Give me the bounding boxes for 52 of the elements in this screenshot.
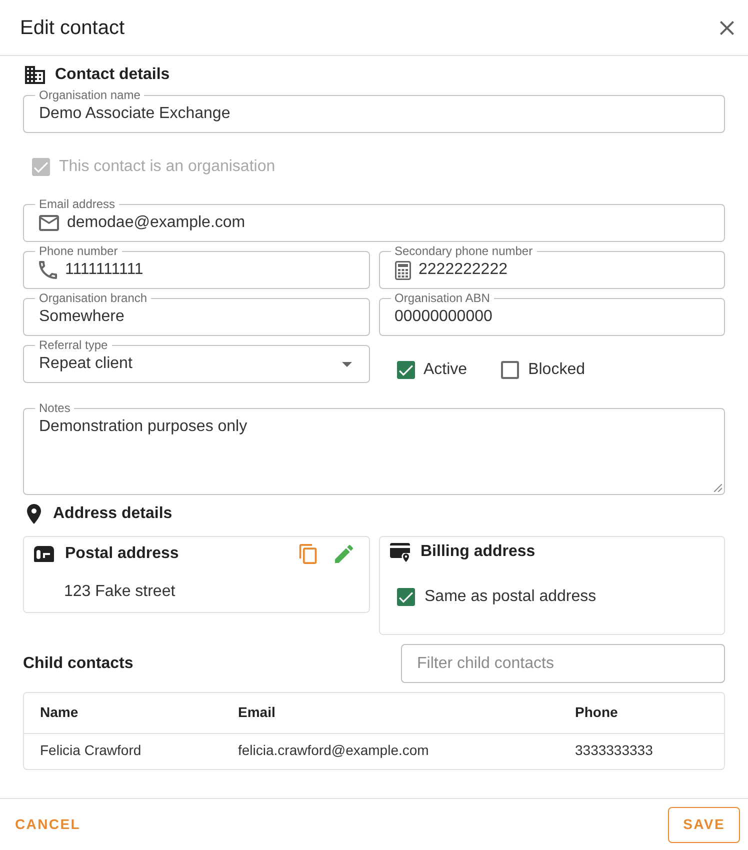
secondary-phone-field[interactable]: Secondary phone number 2222222222 [378, 244, 725, 289]
phone-field[interactable]: Phone number 1111111111 [23, 244, 370, 289]
column-header: Name [40, 704, 78, 720]
copy-icon [298, 544, 316, 564]
field-label: Organisation ABN [394, 291, 491, 305]
referral-type-select[interactable]: Referral type Repeat client [23, 338, 370, 383]
field-label: Organisation name [38, 88, 142, 102]
dialog-title: Edit contact [20, 16, 125, 40]
column-header: Email [238, 704, 276, 720]
section-heading: Contact details [55, 65, 170, 85]
location-pin-icon [27, 504, 41, 524]
address-line: 123 Fake street [64, 582, 176, 602]
column-header: Phone [575, 704, 618, 720]
card-title: Postal address [65, 544, 179, 564]
table-cell: Felicia Crawford [40, 742, 142, 758]
section-heading: Address details [53, 504, 172, 524]
field-label: Phone number [38, 244, 119, 258]
checkbox[interactable] [396, 588, 414, 606]
table-cell: felicia.crawford@example.com [238, 742, 429, 758]
field-label: Referral type [38, 338, 109, 352]
checkbox[interactable] [396, 361, 414, 379]
checkbox-label: Blocked [528, 360, 585, 380]
card-title: Billing address [420, 542, 536, 562]
mail-icon [39, 215, 59, 231]
email-field[interactable]: Email address demodae@example.com [23, 197, 725, 242]
checkbox-label: This contact is an organisation [59, 157, 276, 177]
checkbox[interactable] [501, 361, 520, 379]
checkbox-label: Same as postal address [424, 587, 596, 607]
caret-icon [342, 362, 352, 366]
field-label: Email address [38, 197, 116, 211]
resize-handle-icon [714, 484, 722, 492]
organisation-abn-field[interactable]: Organisation ABN 00000000000 [378, 291, 725, 336]
mailbox-icon [34, 546, 54, 562]
close-button[interactable] [720, 20, 734, 34]
copy-button[interactable] [298, 544, 316, 564]
notes-field[interactable]: Notes Demonstration purposes only [23, 401, 725, 495]
phone-icon [39, 261, 57, 279]
checkbox-label: Active [424, 360, 468, 380]
organisation-name-field[interactable]: Organisation name Demo Associate Exchange [23, 88, 725, 133]
section-heading: Child contacts [23, 654, 134, 674]
filter-input[interactable]: Filter child contacts [401, 644, 725, 683]
organisation-branch-field[interactable]: Organisation branch Somewhere [23, 291, 370, 336]
close-icon [720, 20, 734, 34]
field-label: Organisation branch [38, 291, 148, 305]
calculator-icon [394, 260, 410, 280]
building-icon [25, 66, 45, 84]
table-cell: 3333333333 [575, 742, 653, 758]
card-pin-icon [390, 542, 410, 562]
field-label: Notes [38, 401, 72, 415]
pencil-icon [334, 545, 352, 563]
field-label: Secondary phone number [394, 244, 534, 258]
edit-button[interactable] [334, 545, 352, 563]
